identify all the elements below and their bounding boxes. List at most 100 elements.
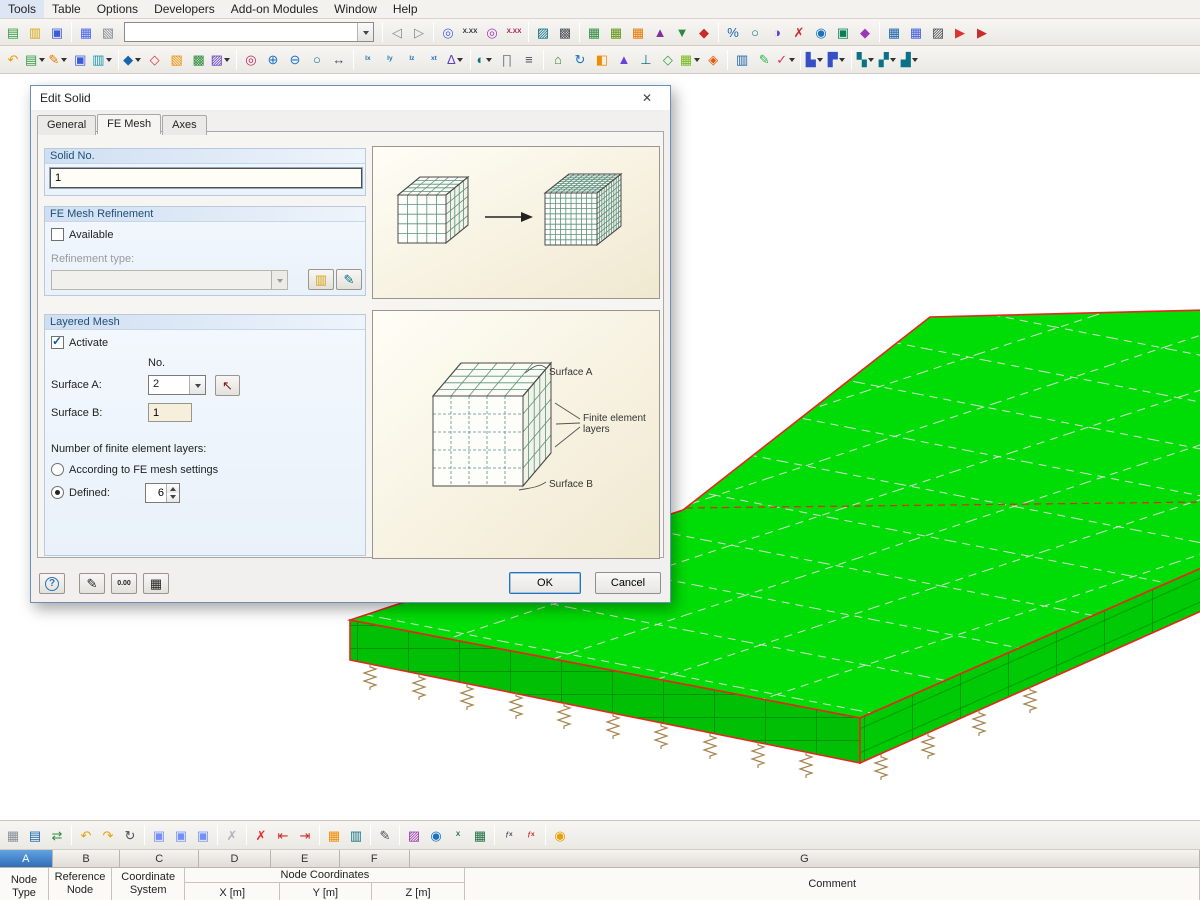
- defined-layers-input[interactable]: [146, 484, 166, 502]
- table-copy-icon[interactable]: ▦: [2, 824, 24, 846]
- renumber-icon[interactable]: X.XX: [503, 21, 525, 43]
- display-colors-icon[interactable]: ✓: [775, 49, 797, 71]
- column-header-e[interactable]: E: [271, 850, 340, 867]
- block-icon[interactable]: ▣: [69, 49, 91, 71]
- spinner-up-icon[interactable]: [167, 484, 179, 493]
- jump-back-icon[interactable]: ↶: [75, 824, 97, 846]
- nodes-icon[interactable]: ◆: [122, 49, 144, 71]
- dropdown-arrow-icon[interactable]: [133, 50, 142, 70]
- header-reference-node[interactable]: Reference Node: [49, 868, 112, 900]
- work-plane-icon[interactable]: ◈: [702, 49, 724, 71]
- exit-icon[interactable]: ▶: [971, 21, 993, 43]
- display-mode-icon[interactable]: ▲: [613, 49, 635, 71]
- header-y[interactable]: Y [m]: [280, 883, 372, 900]
- surface-b-input[interactable]: [148, 403, 192, 422]
- solid-no-input[interactable]: [50, 168, 362, 188]
- percent-icon[interactable]: %: [722, 21, 744, 43]
- results-panel1-icon[interactable]: ▚: [855, 49, 877, 71]
- render-icon[interactable]: ◧: [591, 49, 613, 71]
- run-calculation-icon[interactable]: ▶: [949, 21, 971, 43]
- mirror-icon[interactable]: ◑: [766, 21, 788, 43]
- mesh-generate2-icon[interactable]: ▼: [671, 21, 693, 43]
- view-isometric-icon[interactable]: xt: [423, 49, 445, 71]
- insert-row-icon[interactable]: ⇤: [272, 824, 294, 846]
- excel-import-icon[interactable]: ▦: [469, 824, 491, 846]
- refinement-combo-dropdown-icon[interactable]: [271, 271, 287, 289]
- column-header-b[interactable]: B: [53, 850, 121, 867]
- dropdown-arrow-icon[interactable]: [223, 50, 232, 70]
- menu-window[interactable]: Window: [326, 0, 385, 18]
- column-header-c[interactable]: C: [120, 850, 199, 867]
- column-header-d[interactable]: D: [199, 850, 270, 867]
- table-view-icon[interactable]: ▦: [75, 21, 97, 43]
- tab-general[interactable]: General: [37, 115, 96, 135]
- comment-icon[interactable]: ✎: [753, 49, 775, 71]
- dropdown-arrow-icon[interactable]: [692, 50, 701, 70]
- cancel-button[interactable]: Cancel: [595, 572, 661, 594]
- mesh-settings-icon[interactable]: ▦: [605, 21, 627, 43]
- dropdown-arrow-icon[interactable]: [816, 50, 825, 70]
- table-list-icon[interactable]: ▥: [345, 824, 367, 846]
- copy-object-icon[interactable]: ▥: [91, 49, 114, 71]
- dropdown-arrow-icon[interactable]: [59, 50, 68, 70]
- print-icon[interactable]: ▨: [927, 21, 949, 43]
- view-mode1-icon[interactable]: ▣: [148, 824, 170, 846]
- menu-help[interactable]: Help: [385, 0, 426, 18]
- spinner-down-icon[interactable]: [167, 493, 179, 502]
- close-icon[interactable]: ✕: [633, 91, 661, 105]
- circle-select-icon[interactable]: ○: [744, 21, 766, 43]
- load-case-prev-icon[interactable]: ▙: [804, 49, 826, 71]
- results-panel2-icon[interactable]: ▞: [877, 49, 899, 71]
- snap-icon[interactable]: ◇: [657, 49, 679, 71]
- menu-add-on-modules[interactable]: Add-on Modules: [223, 0, 326, 18]
- view-mode2-icon[interactable]: ▣: [170, 824, 192, 846]
- mesh-quality-icon[interactable]: ◆: [693, 21, 715, 43]
- header-x[interactable]: X [m]: [185, 883, 280, 900]
- header-z[interactable]: Z [m]: [372, 883, 465, 900]
- clear-filter-icon[interactable]: ✗: [221, 824, 243, 846]
- refresh-table-icon[interactable]: ↻: [119, 824, 141, 846]
- delete-objects-icon[interactable]: ✗: [788, 21, 810, 43]
- back-icon[interactable]: ◁: [386, 21, 408, 43]
- combobox-dropdown-icon[interactable]: [357, 23, 373, 41]
- view-z-icon[interactable]: Iz: [401, 49, 423, 71]
- mesh-refinement-icon[interactable]: ▦: [627, 21, 649, 43]
- ole-link-icon[interactable]: ◉: [425, 824, 447, 846]
- snapshot-icon[interactable]: ▣: [832, 21, 854, 43]
- open-model-icon[interactable]: ▥: [24, 21, 46, 43]
- insert-function-icon[interactable]: ƒx: [498, 824, 520, 846]
- navigator-combobox[interactable]: [124, 22, 374, 42]
- tab-fe-mesh[interactable]: FE Mesh: [97, 114, 161, 134]
- zoom-out-icon[interactable]: ⊖: [284, 49, 306, 71]
- zoom-window-icon[interactable]: ◎: [437, 21, 459, 43]
- copy-icon[interactable]: ▣: [46, 21, 68, 43]
- table-export-icon[interactable]: ▤: [24, 824, 46, 846]
- dropdown-arrow-icon[interactable]: [787, 50, 796, 70]
- solids-icon[interactable]: ▩: [188, 49, 210, 71]
- edit-object-icon[interactable]: ✎: [47, 49, 69, 71]
- available-checkbox[interactable]: Available: [51, 228, 113, 241]
- window-print-icon[interactable]: ▦: [883, 21, 905, 43]
- tab-axes[interactable]: Axes: [162, 115, 206, 135]
- dropdown-arrow-icon[interactable]: [867, 50, 876, 70]
- edit-refinement-button[interactable]: ✎: [336, 269, 362, 290]
- cut-row-icon[interactable]: ⇥: [294, 824, 316, 846]
- dropdown-arrow-icon[interactable]: [911, 50, 920, 70]
- export-table-button[interactable]: ▦: [143, 573, 169, 594]
- units-button[interactable]: 0.00: [111, 573, 137, 594]
- zoom-all-icon[interactable]: ○: [306, 49, 328, 71]
- ok-button[interactable]: OK: [509, 572, 581, 594]
- menu-tools[interactable]: Tools: [0, 0, 44, 18]
- generate-mesh-icon[interactable]: ▦: [583, 21, 605, 43]
- guides-icon[interactable]: ⊥: [635, 49, 657, 71]
- radio-according-fe-mesh[interactable]: According to FE mesh settings: [51, 463, 218, 476]
- info-icon[interactable]: ◉: [810, 21, 832, 43]
- rotate-model-icon[interactable]: ↻: [569, 49, 591, 71]
- dropdown-arrow-icon[interactable]: [889, 50, 898, 70]
- forward-icon[interactable]: ▷: [408, 21, 430, 43]
- column-header-g[interactable]: G: [410, 850, 1200, 867]
- select-special-icon[interactable]: ◎: [240, 49, 262, 71]
- defined-layers-spinner[interactable]: [145, 483, 180, 503]
- show-numbering-icon[interactable]: X.XX: [459, 21, 481, 43]
- report-icon[interactable]: ▥: [731, 49, 753, 71]
